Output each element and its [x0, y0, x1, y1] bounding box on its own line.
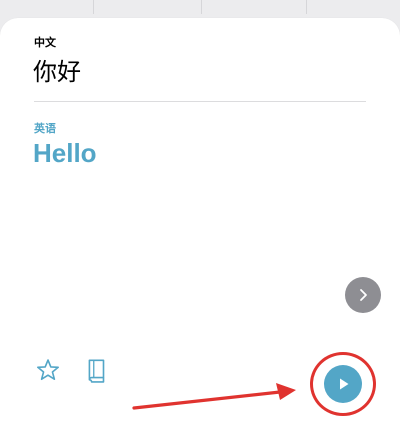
- chevron-right-icon: [360, 289, 367, 301]
- book-icon: [88, 359, 105, 383]
- target-language-label: 英语: [34, 122, 56, 135]
- play-button-highlight: [310, 352, 376, 416]
- star-icon: [37, 359, 59, 381]
- divider: [34, 101, 366, 102]
- annotation-arrow: [132, 383, 296, 410]
- source-text: 你好: [33, 58, 81, 86]
- tab-divider: [201, 0, 202, 14]
- source-language-label: 中文: [34, 36, 56, 49]
- target-text: Hello: [33, 138, 97, 168]
- next-button[interactable]: [345, 277, 381, 313]
- play-button[interactable]: [324, 365, 362, 403]
- play-icon: [340, 378, 349, 390]
- favorite-button[interactable]: [33, 355, 63, 385]
- tab-divider: [306, 0, 307, 14]
- tab-divider: [93, 0, 94, 14]
- phrasebook-button[interactable]: [82, 355, 112, 385]
